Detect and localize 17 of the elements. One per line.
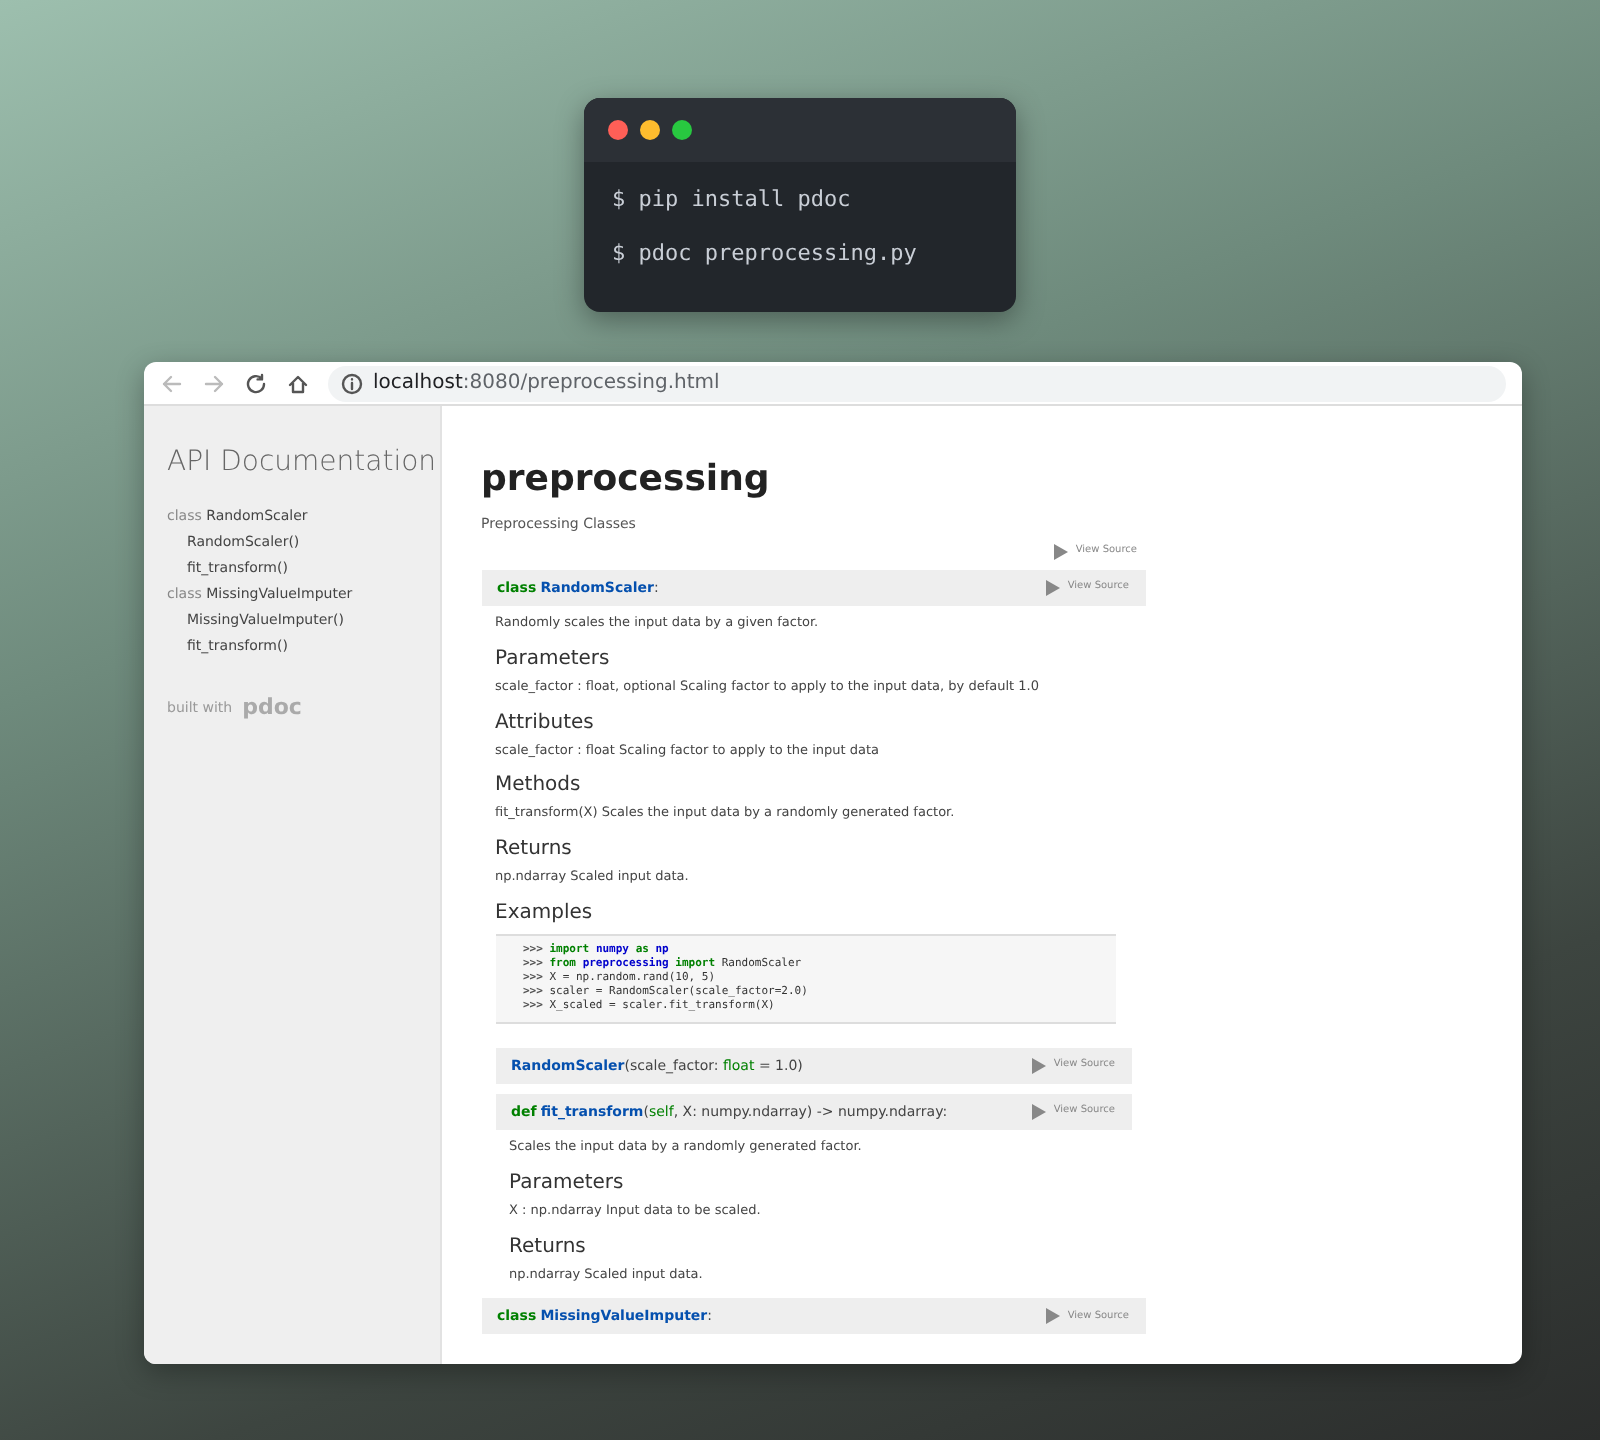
- url-text: :8080/preprocessing.html: [462, 372, 720, 394]
- section-heading: Parameters: [495, 647, 612, 672]
- command-line: $ pdoc preprocessing.py: [612, 240, 919, 267]
- module-title: preprocessing: [481, 458, 772, 502]
- command-line: $ pip install pdoc: [612, 186, 853, 213]
- reload-icon[interactable]: [243, 371, 267, 395]
- info-icon: [339, 371, 363, 395]
- section-heading: Methods: [495, 774, 583, 799]
- section-heading: Parameters: [509, 1171, 626, 1196]
- home-icon[interactable]: [285, 371, 309, 395]
- section-heading: Attributes: [495, 711, 596, 736]
- section-heading: Returns: [509, 1235, 588, 1260]
- sidebar-title: API Documentation: [167, 444, 439, 482]
- address-bar[interactable]: localhost:8080/preprocessing.html: [327, 365, 1505, 401]
- section-heading: Returns: [495, 838, 574, 863]
- section-heading: Examples: [495, 902, 595, 927]
- url-text: localhost: [373, 372, 463, 394]
